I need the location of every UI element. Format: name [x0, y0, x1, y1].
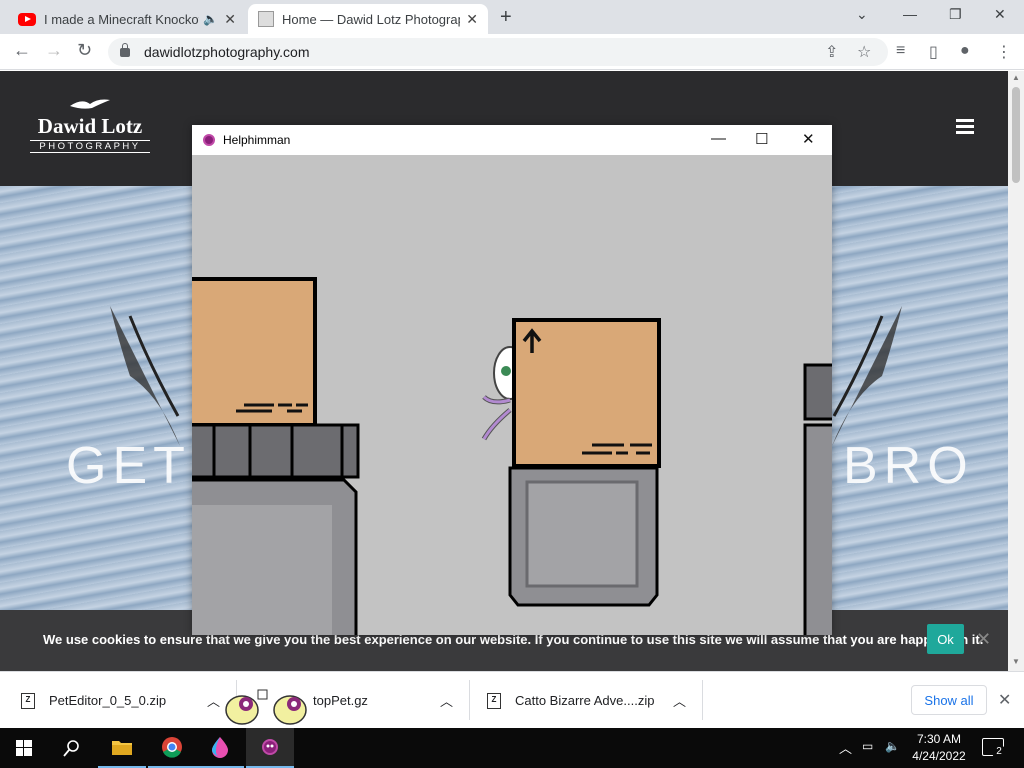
- hamburger-menu-icon[interactable]: [956, 119, 974, 137]
- file-explorer-button[interactable]: [98, 728, 146, 768]
- download-name[interactable]: PetEditor_0_5_0.zip: [49, 693, 166, 708]
- forward-icon[interactable]: →: [45, 40, 63, 61]
- search-button[interactable]: [48, 728, 96, 768]
- bird-logo-icon: [30, 96, 150, 114]
- chevron-up-icon[interactable]: ︿: [440, 672, 453, 729]
- scrollbar-thumb[interactable]: [1012, 87, 1020, 183]
- game-titlebar[interactable]: Helphimman — ☐ ✕: [192, 125, 832, 155]
- logo-name: Dawid Lotz: [37, 114, 143, 138]
- site-logo[interactable]: Dawid Lotz PHOTOGRAPHY: [30, 96, 150, 153]
- cookie-ok-button[interactable]: Ok: [927, 624, 964, 654]
- crate-middle: [512, 318, 661, 468]
- address-bar[interactable]: dawidlotzphotography.com: [108, 38, 888, 66]
- tab-search-icon[interactable]: ⌄: [856, 6, 868, 23]
- wing-left-image: [110, 306, 180, 446]
- download-name[interactable]: topPet.gz: [313, 693, 368, 708]
- windows-logo-icon: [16, 740, 32, 756]
- browser-tab-strip: I made a Minecraft Knockoff 🔈 ✕ Home — D…: [0, 0, 1024, 34]
- helphimman-app-icon: [262, 739, 278, 755]
- tab-title: Home — Dawid Lotz Photograp: [282, 11, 461, 27]
- download-name[interactable]: Catto Bizarre Adve....zip: [515, 693, 654, 708]
- hero-text-left: GET: [66, 437, 191, 495]
- folder-icon: [112, 741, 132, 755]
- windows-taskbar: ︿ ▭ 🔈 7:30 AM 4/24/2022 2: [0, 728, 1024, 768]
- volume-icon[interactable]: 🔈: [885, 739, 900, 753]
- paint-app-button[interactable]: [196, 728, 244, 768]
- download-item-toppet[interactable]: topPet.gz: [313, 672, 368, 729]
- lock-icon[interactable]: [120, 42, 130, 57]
- share-icon[interactable]: ⇪: [825, 42, 838, 62]
- back-icon[interactable]: ←: [13, 40, 31, 61]
- clock-date: 4/24/2022: [912, 749, 966, 763]
- network-icon[interactable]: ▭: [862, 739, 873, 753]
- desktop-pet-sprite-icon: [225, 689, 307, 725]
- tab-youtube[interactable]: I made a Minecraft Knockoff 🔈 ✕: [8, 4, 246, 34]
- game-maximize-icon[interactable]: ☐: [755, 130, 768, 148]
- chevron-up-icon[interactable]: ︿: [839, 738, 852, 757]
- media-control-icon[interactable]: ≡: [896, 42, 905, 60]
- url-text[interactable]: dawidlotzphotography.com: [144, 44, 310, 60]
- clock-time: 7:30 AM: [916, 732, 962, 746]
- game-window[interactable]: Helphimman — ☐ ✕: [192, 125, 832, 635]
- hero-text-right: BRO: [843, 437, 974, 495]
- site-favicon-icon: [258, 11, 274, 27]
- scroll-down-icon[interactable]: ▼: [1012, 657, 1020, 666]
- chrome-icon: [162, 737, 182, 758]
- minimize-icon[interactable]: —: [903, 6, 917, 22]
- stone-row-left: [192, 423, 360, 479]
- search-icon: [63, 740, 79, 757]
- system-clock[interactable]: 7:30 AM 4/24/2022: [908, 731, 970, 765]
- restore-icon[interactable]: ❐: [949, 6, 962, 23]
- chevron-up-icon[interactable]: ︿: [673, 672, 686, 729]
- game-canvas[interactable]: [192, 155, 832, 635]
- start-button[interactable]: [0, 728, 48, 768]
- stone-block-left: [192, 478, 358, 635]
- logo-subtitle: PHOTOGRAPHY: [30, 140, 150, 153]
- tab-title: I made a Minecraft Knockoff: [44, 11, 200, 27]
- paint-drop-icon: [212, 737, 228, 758]
- downloads-bar: Z PetEditor_0_5_0.zip ︿ topPet.gz ︿ Z Ca…: [0, 671, 1024, 728]
- game-title: Helphimman: [223, 133, 291, 147]
- scroll-up-icon[interactable]: ▲: [1012, 73, 1020, 82]
- chevron-up-icon[interactable]: ︿: [207, 672, 220, 729]
- side-panel-icon[interactable]: ▯: [929, 42, 938, 62]
- speaker-icon[interactable]: 🔈: [203, 12, 218, 26]
- youtube-icon: [18, 12, 36, 26]
- tab-dawid-lotz[interactable]: Home — Dawid Lotz Photograp ✕: [248, 4, 488, 34]
- game-app-icon: [203, 134, 215, 146]
- download-item-catto[interactable]: Z Catto Bizarre Adve....zip: [487, 672, 654, 729]
- helphimman-button[interactable]: [246, 728, 294, 768]
- close-tab-icon[interactable]: ✕: [224, 11, 236, 28]
- profile-icon[interactable]: ●: [960, 42, 970, 60]
- browser-toolbar: ← → ↻ dawidlotzphotography.com ⇪ ☆ ≡ ▯ ●…: [0, 34, 1024, 70]
- download-item-peteditor[interactable]: Z PetEditor_0_5_0.zip: [21, 672, 166, 729]
- divider: [702, 680, 703, 720]
- cookie-close-icon[interactable]: ✕: [976, 629, 991, 650]
- chrome-button[interactable]: [148, 728, 196, 768]
- wing-right-image: [832, 306, 902, 446]
- close-tab-icon[interactable]: ✕: [466, 11, 478, 28]
- menu-icon[interactable]: ⋮: [996, 42, 1012, 62]
- crate-left: [192, 277, 317, 427]
- close-downloads-icon[interactable]: ✕: [998, 690, 1011, 710]
- zip-file-icon: Z: [487, 692, 501, 709]
- stone-block-middle: [508, 466, 659, 607]
- zip-file-icon: Z: [21, 692, 35, 709]
- close-window-icon[interactable]: ✕: [994, 6, 1006, 23]
- game-minimize-icon[interactable]: —: [711, 130, 726, 147]
- bookmark-star-icon[interactable]: ☆: [857, 42, 871, 62]
- new-tab-button[interactable]: +: [500, 6, 512, 29]
- stone-block-right: [803, 363, 832, 635]
- game-close-icon[interactable]: ✕: [802, 130, 815, 148]
- page-scrollbar[interactable]: ▲ ▼: [1008, 71, 1024, 671]
- reload-icon[interactable]: ↻: [77, 40, 92, 61]
- show-all-button[interactable]: Show all: [911, 685, 987, 715]
- divider: [469, 680, 470, 720]
- notification-count: 2: [992, 745, 1006, 759]
